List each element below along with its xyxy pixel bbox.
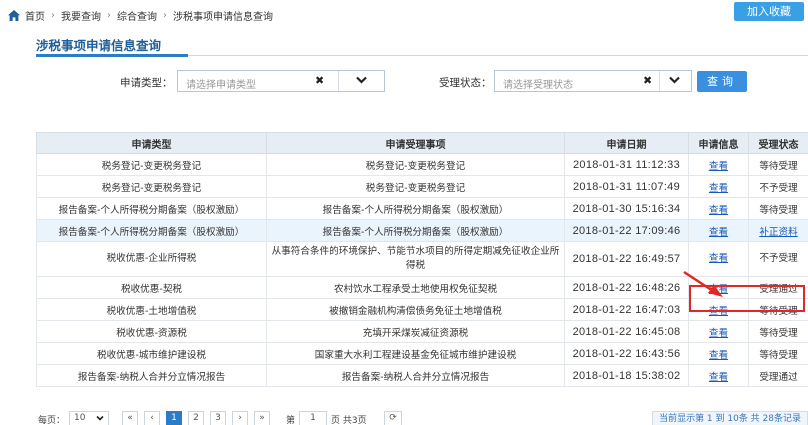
refresh-icon[interactable]: ⟳ [384, 411, 402, 425]
page-button-1[interactable]: 1 [166, 411, 182, 425]
chevron-down-icon [96, 415, 104, 421]
last-page-button[interactable]: » [254, 411, 270, 425]
first-page-button[interactable]: « [122, 411, 138, 425]
per-page-label: 每页： [38, 416, 66, 425]
goto-prefix: 第 [286, 416, 296, 425]
record-count-info: 当前显示第 1 到 10条 共 28条记录 [652, 411, 808, 425]
page-button-3[interactable]: 3 [210, 411, 226, 425]
prev-page-button[interactable]: ‹ [144, 411, 160, 425]
page-button-2[interactable]: 2 [188, 411, 204, 425]
goto-suffix: 页 共3页 [331, 416, 367, 425]
annotation-highlight-box [689, 285, 805, 312]
per-page-select[interactable]: 10 [69, 411, 109, 425]
annotation-arrow [683, 270, 723, 297]
goto-page-input[interactable]: 1 [299, 411, 327, 425]
next-page-button[interactable]: › [232, 411, 248, 425]
per-page-value: 10 [74, 413, 86, 423]
pagination: 每页： 10 « ‹ 1 2 3 › » 第 1 页 共3页 ⟳ 当前显示第 1… [36, 411, 808, 425]
